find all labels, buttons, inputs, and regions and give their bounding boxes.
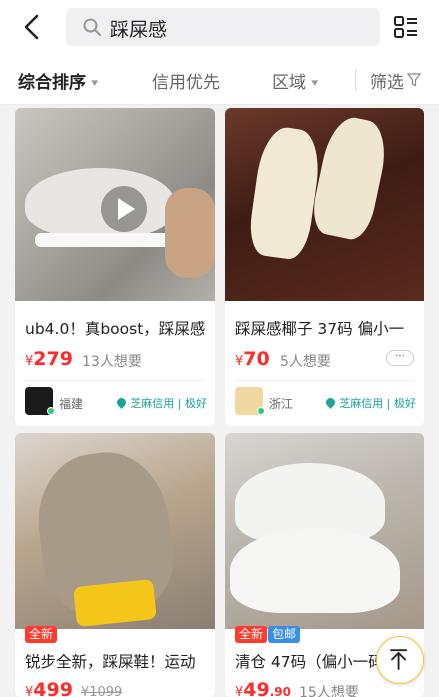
product-image[interactable]: [225, 433, 424, 629]
credit-badge: 芝麻信用 | 极好: [324, 395, 416, 411]
sesame-icon: [115, 396, 129, 409]
sesame-icon: [324, 396, 338, 409]
play-icon[interactable]: [101, 186, 147, 232]
back-arrow-icon[interactable]: [18, 12, 48, 42]
product-image[interactable]: [15, 433, 215, 629]
product-image[interactable]: [15, 108, 215, 301]
filter-region-label: 区域: [272, 73, 306, 93]
filter-region[interactable]: 区域 ▾: [272, 68, 318, 93]
more-options-button[interactable]: ···: [386, 350, 414, 366]
card-divider: [235, 380, 414, 381]
product-card[interactable]: 全新 锐步全新，踩屎鞋！运动 ¥499 ¥1099: [15, 433, 215, 697]
original-price: ¥1099: [80, 685, 123, 697]
online-dot: [257, 407, 265, 415]
product-title: 踩屎感椰子 37码 偏小一: [235, 320, 405, 338]
credit-badge: 芝麻信用 | 极好: [115, 395, 207, 411]
product-price: ¥499 ¥1099: [25, 679, 122, 697]
product-image[interactable]: [225, 108, 424, 301]
filter-screen[interactable]: 筛选: [370, 68, 404, 93]
seller-location: 浙江: [269, 397, 294, 411]
filter-divider: [355, 69, 356, 91]
search-icon: [83, 18, 101, 36]
filter-credit-label: 信用优先: [152, 73, 220, 93]
product-price: ¥279: [25, 348, 73, 370]
header-bar: 踩屎感: [0, 0, 439, 55]
seller-location: 福建: [59, 397, 84, 411]
product-price: ¥70: [235, 348, 270, 370]
filter-sort[interactable]: 综合排序 ▾: [18, 68, 98, 93]
filter-screen-label: 筛选: [370, 73, 404, 93]
product-title: ub4.0！真boost，踩屎感: [25, 320, 205, 338]
online-dot: [47, 407, 55, 415]
want-count: 5人想要: [280, 354, 331, 370]
funnel-icon: [407, 73, 421, 87]
product-card[interactable]: 踩屎感椰子 37码 偏小一 ¥70 5人想要 ··· 浙江 芝麻信用 | 极好: [225, 108, 424, 426]
product-title: 清仓 47码（偏小一码: [235, 653, 384, 671]
product-title: 锐步全新，踩屎鞋！运动: [25, 653, 196, 671]
product-price: ¥49.90: [235, 679, 291, 697]
arrow-up-icon: [390, 649, 407, 670]
back-to-top-button[interactable]: [376, 636, 424, 684]
filter-sort-label: 综合排序: [18, 73, 86, 93]
product-card[interactable]: ub4.0！真boost，踩屎感 ¥279 13人想要 福建 芝麻信用 | 极好: [15, 108, 215, 426]
card-divider: [25, 380, 205, 381]
new-tag: 全新: [25, 626, 58, 643]
chevron-down-icon: ▾: [311, 76, 319, 89]
filter-credit[interactable]: 信用优先: [152, 68, 220, 93]
list-view-icon[interactable]: [392, 13, 420, 41]
chevron-down-icon: ▾: [91, 76, 99, 89]
search-query: 踩屎感: [110, 19, 168, 41]
search-input[interactable]: 踩屎感: [66, 8, 380, 46]
filter-bar: 综合排序 ▾ 信用优先 区域 ▾ 筛选: [0, 55, 439, 105]
want-count: 13人想要: [82, 354, 142, 370]
want-count: 15人想要: [299, 685, 359, 697]
new-tag: 全新: [235, 626, 268, 643]
free-shipping-tag: 包邮: [268, 626, 301, 643]
